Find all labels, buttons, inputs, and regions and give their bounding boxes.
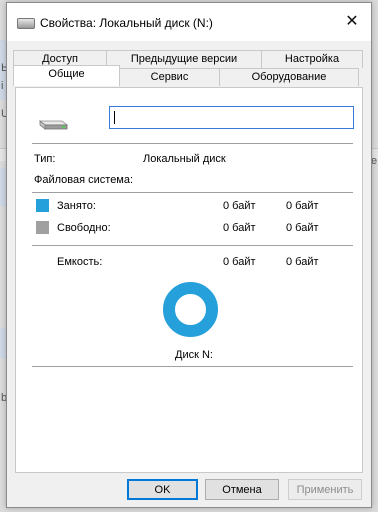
free-space-size: 0 байт: [286, 222, 319, 234]
filesystem-label: Файловая система:: [34, 174, 134, 186]
free-space-label: Свободно:: [57, 222, 111, 234]
dialog-title: Свойства: Локальный диск (N:): [40, 16, 213, 30]
apply-button[interactable]: Применить: [288, 479, 362, 500]
title-bar: Свойства: Локальный диск (N:) ✕: [7, 3, 371, 41]
type-label: Тип:: [34, 153, 56, 165]
disk-caption: Диск N:: [175, 349, 213, 361]
tab-customize[interactable]: Настройка: [261, 50, 363, 68]
tab-row-bottom: Общие Сервис Оборудование: [13, 65, 359, 86]
cancel-button[interactable]: Отмена: [205, 479, 279, 500]
drive-name-input[interactable]: [109, 106, 354, 129]
separator: [32, 366, 353, 367]
text-caret: [114, 111, 115, 124]
used-space-bytes: 0 байт: [223, 200, 256, 212]
properties-dialog: Свойства: Локальный диск (N:) ✕ Доступ П…: [6, 2, 372, 508]
used-space-size: 0 байт: [286, 200, 319, 212]
separator: [32, 245, 353, 246]
background-char: і: [1, 80, 4, 92]
separator: [32, 192, 353, 193]
free-space-bytes: 0 байт: [223, 222, 256, 234]
close-button[interactable]: ✕: [335, 9, 369, 35]
tab-general[interactable]: Общие: [13, 65, 120, 86]
tab-tools[interactable]: Сервис: [119, 68, 220, 86]
capacity-label: Емкость:: [57, 256, 103, 268]
capacity-bytes: 0 байт: [223, 256, 256, 268]
drive-icon: [38, 120, 68, 130]
type-value: Локальный диск: [143, 153, 226, 165]
free-space-swatch: [36, 221, 49, 234]
used-space-label: Занято:: [57, 200, 96, 212]
tab-previous-versions[interactable]: Предыдущие версии: [106, 50, 262, 68]
tab-hardware[interactable]: Оборудование: [219, 68, 359, 86]
ok-button[interactable]: OK: [127, 479, 198, 500]
separator: [32, 143, 353, 144]
general-panel: Тип: Локальный диск Файловая система: За…: [15, 87, 363, 473]
capacity-donut-chart: [163, 282, 218, 337]
capacity-size: 0 байт: [286, 256, 319, 268]
close-icon: ✕: [345, 13, 359, 30]
drive-icon: [17, 18, 35, 29]
used-space-swatch: [36, 199, 49, 212]
